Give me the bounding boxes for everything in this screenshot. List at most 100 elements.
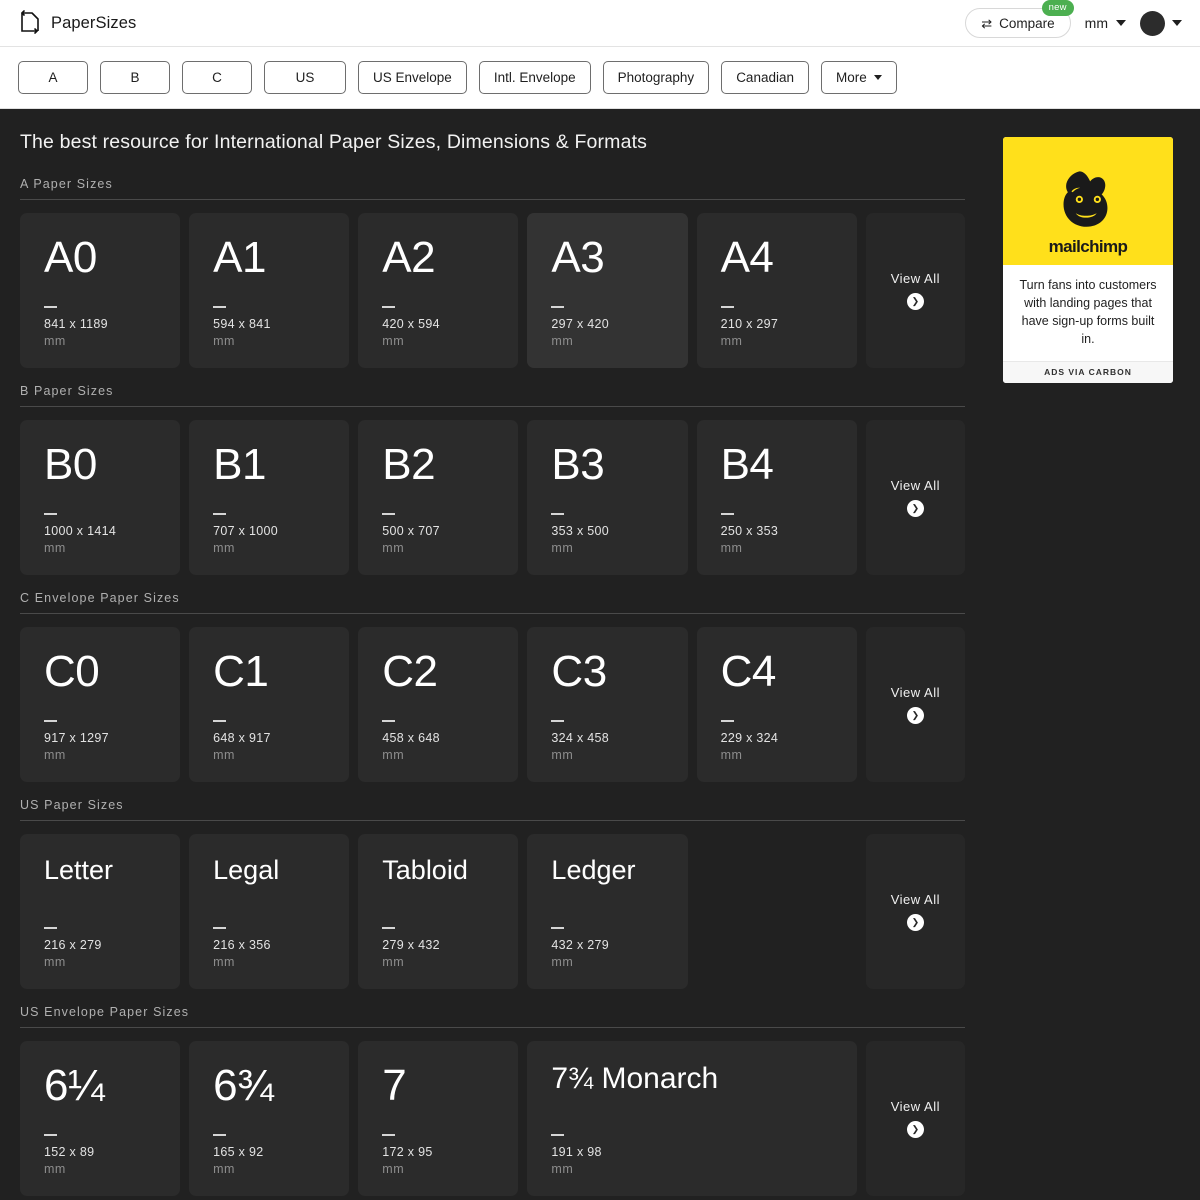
divider <box>551 720 565 723</box>
card-title: 7¾ Monarch <box>551 1062 719 1095</box>
divider <box>44 513 57 516</box>
chevron-right-icon: ❯ <box>906 293 924 310</box>
paper-size-card[interactable]: 7¾ Monarch 191 x 98 mm <box>527 1041 857 1196</box>
page-title: The best resource for International Pape… <box>20 131 648 153</box>
divider <box>44 306 57 309</box>
paper-size-card[interactable]: C0 917 x 1297 mm <box>20 627 181 782</box>
paper-size-card[interactable]: 7 172 x 95 mm <box>358 1041 519 1196</box>
card-dimensions: 500 x 707 <box>382 524 440 539</box>
divider <box>720 306 734 309</box>
chevron-right-icon: ❯ <box>906 500 924 517</box>
app-header: PaperSizes ⇄ Compare new mm <box>0 0 1200 47</box>
divider <box>551 927 565 930</box>
paper-size-card[interactable]: A0 841 x 1189 mm <box>20 213 181 368</box>
account-menu[interactable] <box>1140 10 1182 36</box>
card-title: C2 <box>382 647 438 696</box>
paper-size-card[interactable]: C4 229 x 324 mm <box>696 627 857 782</box>
paper-size-card[interactable]: B0 1000 x 1414 mm <box>20 420 181 575</box>
paper-size-card[interactable]: 6¼ 152 x 89 mm <box>20 1041 181 1196</box>
card-dimensions: 707 x 1000 <box>213 524 278 539</box>
view-all-button[interactable]: View All ❯ <box>865 213 965 368</box>
divider <box>44 1134 57 1137</box>
card-title: B0 <box>44 440 97 489</box>
view-all-button[interactable]: View All ❯ <box>865 420 965 575</box>
mailchimp-monkey-icon <box>1052 165 1124 241</box>
card-title: 7 <box>382 1061 407 1110</box>
card-title: B1 <box>213 440 266 489</box>
card-title: A0 <box>44 233 97 282</box>
card-unit: mm <box>720 748 743 763</box>
divider <box>213 1134 227 1137</box>
divider <box>382 927 396 930</box>
view-all-button[interactable]: View All ❯ <box>865 1041 965 1196</box>
card-dimensions: 324 x 458 <box>551 731 610 746</box>
unit-selector[interactable]: mm <box>1085 15 1126 31</box>
paper-size-card[interactable]: B1 707 x 1000 mm <box>189 420 350 575</box>
paper-size-card[interactable]: A3 297 x 420 mm <box>527 213 688 368</box>
card-unit: mm <box>382 541 405 556</box>
view-all-button[interactable]: View All ❯ <box>865 627 965 782</box>
card-unit: mm <box>720 541 743 556</box>
tab-us-envelope[interactable]: US Envelope <box>358 61 467 94</box>
card-dimensions: 216 x 356 <box>213 938 271 953</box>
card-dimensions: 250 x 353 <box>720 524 779 539</box>
carbon-ad[interactable]: mailchimp Turn fans into customers with … <box>1003 137 1173 383</box>
paper-size-card[interactable]: B4 250 x 353 mm <box>696 420 857 575</box>
paper-size-card[interactable]: A1 594 x 841 mm <box>189 213 350 368</box>
card-title: Legal <box>213 855 280 885</box>
brand-name: PaperSizes <box>51 13 137 32</box>
paper-size-section: US Envelope Paper Sizes 6¼ 152 x 89 mm 6¾ 165… <box>20 1005 965 1196</box>
paper-size-card[interactable]: Tabloid 279 x 432 mm <box>358 834 519 989</box>
header-actions: ⇄ Compare new mm <box>965 0 1182 38</box>
card-title: B2 <box>382 440 436 489</box>
paper-size-card[interactable]: A2 420 x 594 mm <box>358 213 519 368</box>
compare-button[interactable]: ⇄ Compare new <box>965 0 1074 38</box>
unit-value: mm <box>1084 15 1108 31</box>
card-dimensions: 279 x 432 <box>382 938 440 953</box>
brand-logo[interactable]: PaperSizes <box>18 10 136 36</box>
chevron-right-icon: ❯ <box>906 1121 924 1138</box>
tab-intl-envelope[interactable]: Intl. Envelope <box>478 61 591 94</box>
view-all-button[interactable]: View All ❯ <box>865 834 965 989</box>
category-nav: A B C US US Envelope Intl. Envelope Phot… <box>0 47 1200 109</box>
section-title: B Paper Sizes <box>20 384 965 407</box>
card-unit: mm <box>382 955 405 970</box>
tab-us[interactable]: US <box>264 61 346 94</box>
card-dimensions: 172 x 95 <box>382 1145 433 1160</box>
paper-size-card[interactable]: Legal 216 x 356 mm <box>189 834 350 989</box>
card-unit: mm <box>551 748 574 763</box>
card-dimensions: 1000 x 1414 <box>44 524 117 539</box>
card-title: C0 <box>44 647 100 696</box>
paper-size-card[interactable]: Letter 216 x 279 mm <box>20 834 181 989</box>
view-all-label: View All <box>890 271 940 286</box>
paper-size-card[interactable]: A4 210 x 297 mm <box>696 213 857 368</box>
tab-label: Intl. Envelope <box>493 70 576 85</box>
tab-photography[interactable]: Photography <box>602 61 710 94</box>
tab-a[interactable]: A <box>18 61 88 94</box>
tab-c[interactable]: C <box>182 61 252 94</box>
tab-label: US Envelope <box>373 70 452 85</box>
card-unit: mm <box>720 334 743 349</box>
chevron-right-icon: ❯ <box>906 707 924 724</box>
card-unit: mm <box>382 748 405 763</box>
paper-size-card[interactable]: C1 648 x 917 mm <box>189 627 350 782</box>
tab-label: More <box>835 70 867 85</box>
card-title: A3 <box>551 233 605 282</box>
chevron-right-icon: ❯ <box>906 914 924 931</box>
card-unit: mm <box>382 1162 405 1177</box>
tab-more[interactable]: More <box>820 61 897 94</box>
paper-size-card[interactable]: C2 458 x 648 mm <box>358 627 519 782</box>
card-dimensions: 152 x 89 <box>44 1145 95 1160</box>
paper-size-card[interactable]: C3 324 x 458 mm <box>527 627 688 782</box>
tab-canadian[interactable]: Canadian <box>721 61 809 94</box>
paper-size-card[interactable]: B3 353 x 500 mm <box>527 420 688 575</box>
ad-sidebar: mailchimp Turn fans into customers with … <box>985 109 1173 1200</box>
paper-size-card[interactable]: B2 500 x 707 mm <box>358 420 519 575</box>
card-dimensions: 841 x 1189 <box>44 317 108 332</box>
paper-size-card[interactable]: 6¾ 165 x 92 mm <box>189 1041 350 1196</box>
tab-b[interactable]: B <box>100 61 170 94</box>
card-unit: mm <box>44 334 66 349</box>
paper-size-card[interactable]: Ledger 432 x 279 mm <box>527 834 688 989</box>
card-dimensions: 917 x 1297 <box>44 731 109 746</box>
card-title: A2 <box>382 233 436 282</box>
